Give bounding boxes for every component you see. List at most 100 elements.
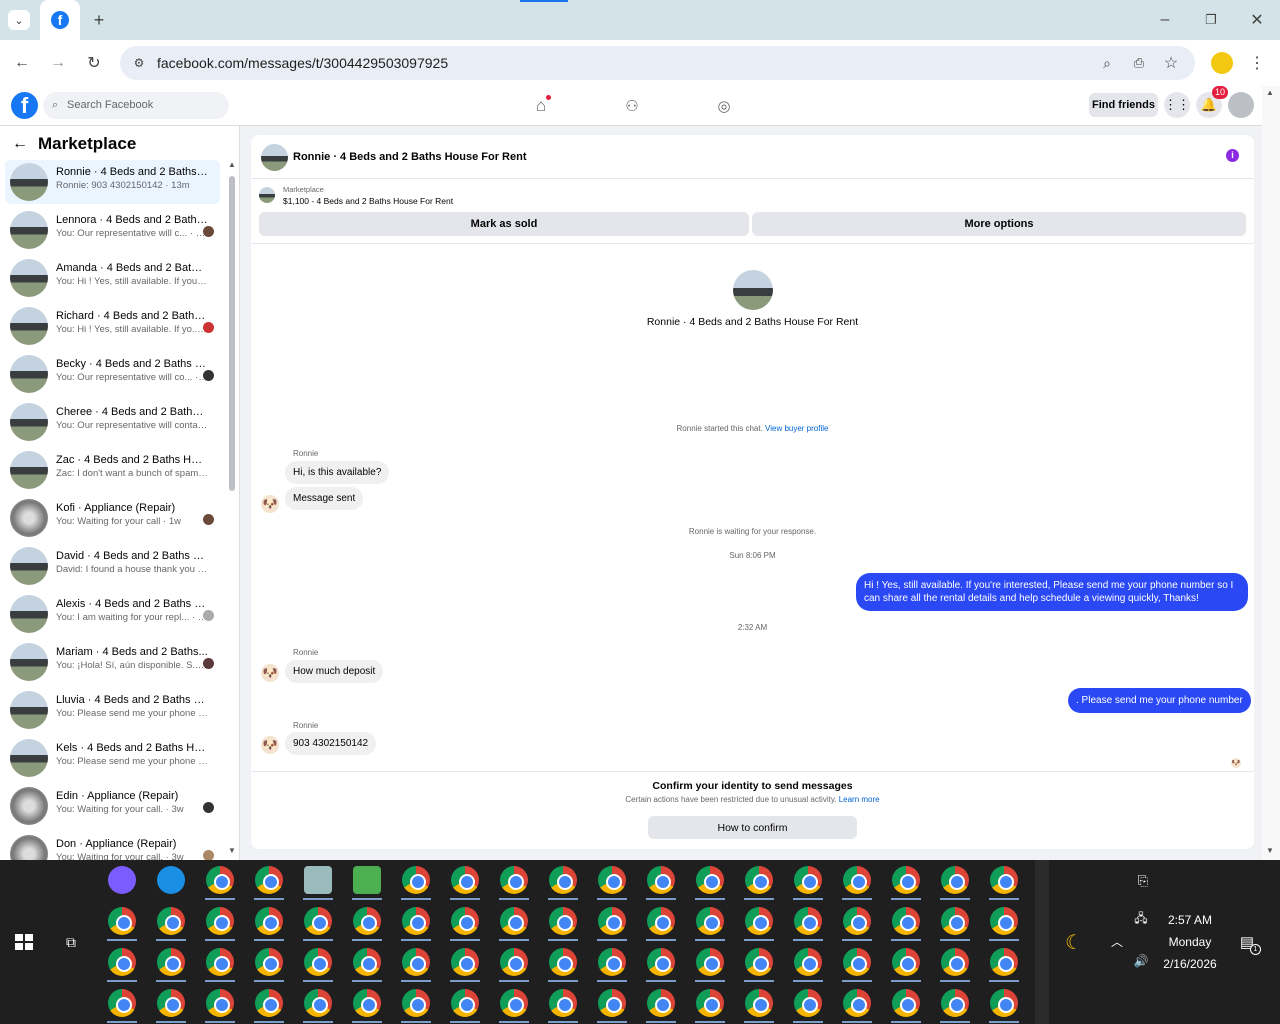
chrome-icon[interactable]: [745, 907, 773, 935]
conversation-item[interactable]: Zac · 4 Beds and 2 Baths House... Zac: I …: [5, 448, 220, 492]
chrome-icon[interactable]: [843, 948, 871, 976]
find-friends-button[interactable]: Find friends: [1089, 93, 1158, 117]
chat-avatar[interactable]: [261, 144, 288, 171]
chrome-icon[interactable]: [206, 948, 234, 976]
chrome-icon[interactable]: [598, 907, 626, 935]
conversation-item[interactable]: David · 4 Beds and 2 Baths Hou... David: …: [5, 544, 220, 588]
chrome-icon[interactable]: [892, 907, 920, 935]
chrome-icon[interactable]: [304, 989, 332, 1017]
outgoing-message[interactable]: Hi ! Yes, still available. If you're int…: [856, 573, 1248, 611]
chrome-icon[interactable]: [647, 866, 675, 894]
conversation-item[interactable]: Kels · 4 Beds and 2 Baths Hous... You: Pl…: [5, 736, 220, 780]
conversation-item[interactable]: Kofi · Appliance (Repair) You: Waiting fo…: [5, 496, 220, 540]
conversation-item[interactable]: Ronnie · 4 Beds and 2 Baths Ho... Ronnie:…: [5, 160, 220, 204]
outgoing-message[interactable]: . Please send me your phone number: [1068, 688, 1251, 713]
zoom-icon[interactable]: ⌕: [1098, 54, 1116, 72]
chrome-icon[interactable]: [255, 948, 283, 976]
chrome-icon[interactable]: [745, 948, 773, 976]
chrome-icon[interactable]: [549, 989, 577, 1017]
chrome-icon[interactable]: [157, 907, 185, 935]
profile-avatar[interactable]: [1228, 92, 1254, 118]
chrome-icon[interactable]: [892, 948, 920, 976]
chrome-icon[interactable]: [255, 907, 283, 935]
app-icon[interactable]: [304, 866, 332, 894]
chrome-icon[interactable]: [794, 866, 822, 894]
site-info-icon[interactable]: ⚙: [130, 54, 148, 72]
extension-icon[interactable]: [1211, 52, 1233, 74]
clock-date[interactable]: 2/16/2026: [1155, 957, 1225, 971]
chrome-icon[interactable]: [647, 989, 675, 1017]
conversation-item[interactable]: Don · Appliance (Repair) You: Waiting for…: [5, 832, 220, 860]
message-bubble[interactable]: Hi, is this available?: [285, 461, 390, 484]
chrome-icon[interactable]: [157, 948, 185, 976]
chrome-icon[interactable]: [990, 866, 1018, 894]
conversation-item[interactable]: Amanda · 4 Beds and 2 Baths H... You: Hi …: [5, 256, 220, 300]
chrome-icon[interactable]: [843, 866, 871, 894]
reload-icon[interactable]: ↻: [84, 53, 104, 73]
chrome-icon[interactable]: [206, 866, 234, 894]
page-scroll-up-icon[interactable]: ▲: [1266, 88, 1274, 97]
learn-more-link[interactable]: Learn more: [839, 795, 880, 804]
menu-grid-icon[interactable]: ⋮⋮: [1164, 92, 1190, 118]
how-to-confirm-button[interactable]: How to confirm: [648, 816, 857, 839]
info-icon[interactable]: i: [1226, 149, 1239, 162]
browser-menu-icon[interactable]: ⋮: [1248, 53, 1266, 73]
sidebar-scrollbar[interactable]: [229, 176, 235, 491]
chrome-icon[interactable]: [794, 907, 822, 935]
chrome-icon[interactable]: [108, 948, 136, 976]
chrome-icon[interactable]: [843, 989, 871, 1017]
chrome-icon[interactable]: [402, 907, 430, 935]
active-tab[interactable]: f: [40, 0, 80, 40]
chrome-icon[interactable]: [647, 948, 675, 976]
message-bubble[interactable]: Message sent: [285, 487, 364, 510]
chrome-icon[interactable]: [696, 989, 724, 1017]
chrome-icon[interactable]: [549, 866, 577, 894]
taskbar-scrollbar[interactable]: [1035, 860, 1049, 1024]
chrome-icon[interactable]: [843, 907, 871, 935]
conversation-item[interactable]: Richard · 4 Beds and 2 Baths ... You: Hi …: [5, 304, 220, 348]
new-tab-icon[interactable]: +: [88, 10, 110, 30]
chrome-icon[interactable]: [451, 989, 479, 1017]
view-buyer-profile-link[interactable]: View buyer profile: [765, 424, 828, 433]
chrome-icon[interactable]: [990, 948, 1018, 976]
app-icon[interactable]: [353, 866, 381, 894]
scroll-up-icon[interactable]: ▲: [228, 160, 236, 169]
chrome-icon[interactable]: [745, 866, 773, 894]
chrome-icon[interactable]: [941, 989, 969, 1017]
conversation-item[interactable]: Lennora · 4 Beds and 2 Baths... You: Our …: [5, 208, 220, 252]
back-arrow-icon[interactable]: ←: [11, 135, 29, 153]
clock-day[interactable]: Monday: [1155, 935, 1225, 949]
message-bubble[interactable]: How much deposit: [285, 660, 384, 683]
chrome-icon[interactable]: [304, 907, 332, 935]
chrome-icon[interactable]: [598, 948, 626, 976]
address-bar[interactable]: ⚙ facebook.com/messages/t/30044295030979…: [120, 46, 1195, 80]
friends-icon[interactable]: ⚇: [621, 95, 643, 117]
chrome-icon[interactable]: [157, 989, 185, 1017]
network-icon[interactable]: 🖧: [1132, 910, 1150, 928]
chrome-icon[interactable]: [451, 948, 479, 976]
chrome-icon[interactable]: [696, 948, 724, 976]
task-view-icon[interactable]: ⧉: [60, 932, 82, 952]
search-input[interactable]: ⌕ Search Facebook: [43, 92, 229, 119]
chrome-icon[interactable]: [941, 907, 969, 935]
conversation-item[interactable]: Alexis · 4 Beds and 2 Baths H... You: I a…: [5, 592, 220, 636]
chrome-icon[interactable]: [402, 866, 430, 894]
chrome-icon[interactable]: [353, 989, 381, 1017]
chrome-icon[interactable]: [892, 989, 920, 1017]
tab-list-icon[interactable]: ⌄: [8, 10, 30, 30]
conversation-item[interactable]: Becky · 4 Beds and 2 Baths H... You: Our …: [5, 352, 220, 396]
chrome-icon[interactable]: [206, 907, 234, 935]
chrome-icon[interactable]: [794, 989, 822, 1017]
bookmark-star-icon[interactable]: ☆: [1162, 54, 1180, 72]
forward-icon[interactable]: →: [48, 53, 68, 73]
chrome-icon[interactable]: [990, 989, 1018, 1017]
chrome-icon[interactable]: [353, 907, 381, 935]
chrome-icon[interactable]: [206, 989, 234, 1017]
chrome-icon[interactable]: [794, 948, 822, 976]
chrome-icon[interactable]: [108, 989, 136, 1017]
conversation-item[interactable]: Mariam · 4 Beds and 2 Baths... You: ¡Hola…: [5, 640, 220, 684]
chrome-icon[interactable]: [892, 866, 920, 894]
message-bubble[interactable]: 903 4302150142: [285, 732, 377, 755]
start-icon[interactable]: [15, 934, 33, 950]
show-hidden-icons[interactable]: ︿: [1108, 932, 1126, 950]
